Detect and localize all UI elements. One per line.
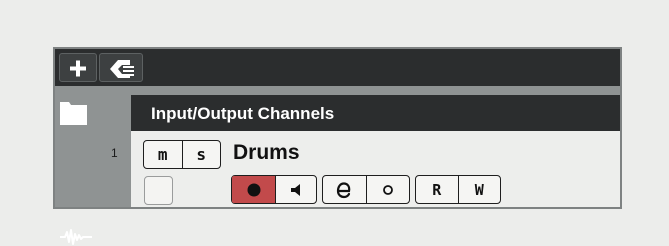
track-name[interactable]: Drums (233, 141, 300, 165)
speaker-icon (291, 183, 300, 196)
edit-instrument-button[interactable] (365, 176, 410, 203)
edit-channel-button[interactable] (323, 176, 366, 203)
track-list-toolbar (55, 49, 620, 86)
record-monitor-group (231, 175, 317, 204)
track-preset-icon (110, 60, 134, 78)
track-color-box[interactable] (144, 176, 173, 205)
track-preset-button[interactable] (99, 53, 143, 82)
read-automation-button[interactable]: R (416, 176, 458, 203)
track-number: 1 (111, 146, 118, 160)
monitor-button[interactable] (275, 176, 316, 203)
track-list-panel: Input/Output Channels 1 m s Drums R W (53, 47, 622, 245)
folder-icon-area (55, 95, 131, 131)
folder-track-title: Input/Output Channels (151, 104, 335, 123)
record-icon (247, 183, 260, 196)
track-header-left (55, 131, 131, 245)
write-automation-button[interactable]: W (457, 176, 501, 203)
waveform-icon (60, 229, 92, 245)
record-enable-button[interactable] (232, 176, 275, 203)
folder-icon (60, 102, 87, 125)
folder-track-row[interactable] (55, 95, 620, 131)
automation-read-write-group: R W (415, 175, 501, 204)
edit-group (322, 175, 410, 204)
plus-icon (70, 60, 86, 77)
mute-solo-group: m s (143, 140, 221, 169)
solo-button[interactable]: s (181, 141, 221, 168)
edit-channel-icon (337, 181, 351, 198)
add-track-button[interactable] (59, 53, 97, 82)
mute-button[interactable]: m (144, 141, 182, 168)
circle-icon (382, 184, 393, 195)
